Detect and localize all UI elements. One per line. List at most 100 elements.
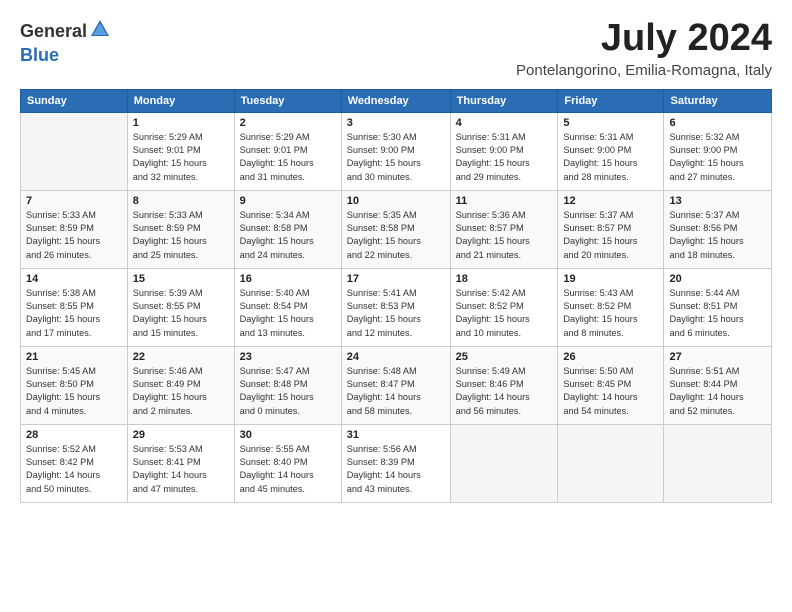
title-block: July 2024 Pontelangorino, Emilia-Romagna… — [516, 18, 772, 79]
day-number: 3 — [347, 117, 445, 129]
day-number: 12 — [563, 195, 658, 207]
calendar-table: Sunday Monday Tuesday Wednesday Thursday… — [20, 89, 772, 503]
logo-blue: Blue — [20, 45, 59, 66]
day-number: 24 — [347, 351, 445, 363]
day-cell: 1 Sunrise: 5:29 AM Sunset: 9:01 PM Daylig… — [127, 112, 234, 190]
day-cell — [558, 424, 664, 502]
day-detail: Sunrise: 5:49 AM Sunset: 8:46 PM Dayligh… — [456, 365, 553, 418]
week-row-3: 14 Sunrise: 5:38 AM Sunset: 8:55 PM Dayli… — [21, 268, 772, 346]
week-row-2: 7 Sunrise: 5:33 AM Sunset: 8:59 PM Daylig… — [21, 190, 772, 268]
day-detail: Sunrise: 5:51 AM Sunset: 8:44 PM Dayligh… — [669, 365, 766, 418]
subtitle: Pontelangorino, Emilia-Romagna, Italy — [516, 62, 772, 79]
day-number: 31 — [347, 429, 445, 441]
day-cell: 3 Sunrise: 5:30 AM Sunset: 9:00 PM Daylig… — [341, 112, 450, 190]
day-number: 20 — [669, 273, 766, 285]
day-cell — [21, 112, 128, 190]
day-cell: 31 Sunrise: 5:56 AM Sunset: 8:39 PM Dayli… — [341, 424, 450, 502]
day-detail: Sunrise: 5:29 AM Sunset: 9:01 PM Dayligh… — [240, 131, 336, 184]
day-detail: Sunrise: 5:31 AM Sunset: 9:00 PM Dayligh… — [563, 131, 658, 184]
day-detail: Sunrise: 5:32 AM Sunset: 9:00 PM Dayligh… — [669, 131, 766, 184]
day-detail: Sunrise: 5:53 AM Sunset: 8:41 PM Dayligh… — [133, 443, 229, 496]
day-number: 13 — [669, 195, 766, 207]
day-number: 28 — [26, 429, 122, 441]
day-cell: 10 Sunrise: 5:35 AM Sunset: 8:58 PM Dayli… — [341, 190, 450, 268]
day-number: 27 — [669, 351, 766, 363]
day-number: 26 — [563, 351, 658, 363]
day-cell — [664, 424, 772, 502]
header: General Blue July 2024 Pontelangorino, E… — [20, 18, 772, 79]
day-cell: 18 Sunrise: 5:42 AM Sunset: 8:52 PM Dayli… — [450, 268, 558, 346]
day-number: 18 — [456, 273, 553, 285]
day-detail: Sunrise: 5:33 AM Sunset: 8:59 PM Dayligh… — [133, 209, 229, 262]
day-cell: 23Sunrise: 5:47 AM Sunset: 8:48 PM Dayli… — [234, 346, 341, 424]
day-detail: Sunrise: 5:34 AM Sunset: 8:58 PM Dayligh… — [240, 209, 336, 262]
col-monday: Monday — [127, 89, 234, 112]
header-row: Sunday Monday Tuesday Wednesday Thursday… — [21, 89, 772, 112]
day-detail: Sunrise: 5:40 AM Sunset: 8:54 PM Dayligh… — [240, 287, 336, 340]
day-cell — [450, 424, 558, 502]
day-detail: Sunrise: 5:30 AM Sunset: 9:00 PM Dayligh… — [347, 131, 445, 184]
day-cell: 12Sunrise: 5:37 AM Sunset: 8:57 PM Dayli… — [558, 190, 664, 268]
day-number: 1 — [133, 117, 229, 129]
col-saturday: Saturday — [664, 89, 772, 112]
day-number: 25 — [456, 351, 553, 363]
col-friday: Friday — [558, 89, 664, 112]
day-number: 5 — [563, 117, 658, 129]
day-cell: 17 Sunrise: 5:41 AM Sunset: 8:53 PM Dayli… — [341, 268, 450, 346]
col-thursday: Thursday — [450, 89, 558, 112]
day-cell: 22 Sunrise: 5:46 AM Sunset: 8:49 PM Dayli… — [127, 346, 234, 424]
day-detail: Sunrise: 5:56 AM Sunset: 8:39 PM Dayligh… — [347, 443, 445, 496]
day-number: 16 — [240, 273, 336, 285]
day-detail: Sunrise: 5:36 AM Sunset: 8:57 PM Dayligh… — [456, 209, 553, 262]
day-number: 8 — [133, 195, 229, 207]
day-number: 9 — [240, 195, 336, 207]
day-cell: 26 Sunrise: 5:50 AM Sunset: 8:45 PM Dayli… — [558, 346, 664, 424]
day-number: 6 — [669, 117, 766, 129]
day-cell: 27 Sunrise: 5:51 AM Sunset: 8:44 PM Dayli… — [664, 346, 772, 424]
day-detail: Sunrise: 5:50 AM Sunset: 8:45 PM Dayligh… — [563, 365, 658, 418]
day-detail: Sunrise: 5:41 AM Sunset: 8:53 PM Dayligh… — [347, 287, 445, 340]
day-cell: 6 Sunrise: 5:32 AM Sunset: 9:00 PM Daylig… — [664, 112, 772, 190]
day-number: 17 — [347, 273, 445, 285]
day-detail: Sunrise: 5:55 AM Sunset: 8:40 PM Dayligh… — [240, 443, 336, 496]
day-detail: Sunrise: 5:39 AM Sunset: 8:55 PM Dayligh… — [133, 287, 229, 340]
day-cell: 25 Sunrise: 5:49 AM Sunset: 8:46 PM Dayli… — [450, 346, 558, 424]
day-number: 2 — [240, 117, 336, 129]
day-detail: Sunrise: 5:29 AM Sunset: 9:01 PM Dayligh… — [133, 131, 229, 184]
day-cell: 2 Sunrise: 5:29 AM Sunset: 9:01 PM Daylig… — [234, 112, 341, 190]
day-cell: 14 Sunrise: 5:38 AM Sunset: 8:55 PM Dayli… — [21, 268, 128, 346]
day-detail: Sunrise: 5:33 AM Sunset: 8:59 PM Dayligh… — [26, 209, 122, 262]
day-detail: Sunrise: 5:35 AM Sunset: 8:58 PM Dayligh… — [347, 209, 445, 262]
col-wednesday: Wednesday — [341, 89, 450, 112]
day-number: 10 — [347, 195, 445, 207]
day-cell: 19 Sunrise: 5:43 AM Sunset: 8:52 PM Dayli… — [558, 268, 664, 346]
day-number: 15 — [133, 273, 229, 285]
page: General Blue July 2024 Pontelangorino, E… — [0, 0, 792, 612]
day-number: 4 — [456, 117, 553, 129]
day-cell: 11 Sunrise: 5:36 AM Sunset: 8:57 PM Dayli… — [450, 190, 558, 268]
day-detail: Sunrise: 5:45 AM Sunset: 8:50 PM Dayligh… — [26, 365, 122, 418]
day-detail: Sunrise: 5:31 AM Sunset: 9:00 PM Dayligh… — [456, 131, 553, 184]
day-number: 22 — [133, 351, 229, 363]
day-detail: Sunrise: 5:43 AM Sunset: 8:52 PM Dayligh… — [563, 287, 658, 340]
day-cell: 5 Sunrise: 5:31 AM Sunset: 9:00 PM Daylig… — [558, 112, 664, 190]
logo-icon — [89, 18, 111, 45]
day-detail: Sunrise: 5:46 AM Sunset: 8:49 PM Dayligh… — [133, 365, 229, 418]
week-row-5: 28Sunrise: 5:52 AM Sunset: 8:42 PM Dayli… — [21, 424, 772, 502]
day-cell: 16 Sunrise: 5:40 AM Sunset: 8:54 PM Dayli… — [234, 268, 341, 346]
day-number: 11 — [456, 195, 553, 207]
day-number: 19 — [563, 273, 658, 285]
day-detail: Sunrise: 5:48 AM Sunset: 8:47 PM Dayligh… — [347, 365, 445, 418]
day-cell: 24 Sunrise: 5:48 AM Sunset: 8:47 PM Dayli… — [341, 346, 450, 424]
day-cell: 28Sunrise: 5:52 AM Sunset: 8:42 PM Dayli… — [21, 424, 128, 502]
day-number: 14 — [26, 273, 122, 285]
day-detail: Sunrise: 5:37 AM Sunset: 8:56 PM Dayligh… — [669, 209, 766, 262]
day-cell: 7 Sunrise: 5:33 AM Sunset: 8:59 PM Daylig… — [21, 190, 128, 268]
day-number: 29 — [133, 429, 229, 441]
day-cell: 29 Sunrise: 5:53 AM Sunset: 8:41 PM Dayli… — [127, 424, 234, 502]
day-number: 7 — [26, 195, 122, 207]
day-cell: 21Sunrise: 5:45 AM Sunset: 8:50 PM Dayli… — [21, 346, 128, 424]
logo: General Blue — [20, 18, 111, 66]
day-detail: Sunrise: 5:38 AM Sunset: 8:55 PM Dayligh… — [26, 287, 122, 340]
day-detail: Sunrise: 5:42 AM Sunset: 8:52 PM Dayligh… — [456, 287, 553, 340]
